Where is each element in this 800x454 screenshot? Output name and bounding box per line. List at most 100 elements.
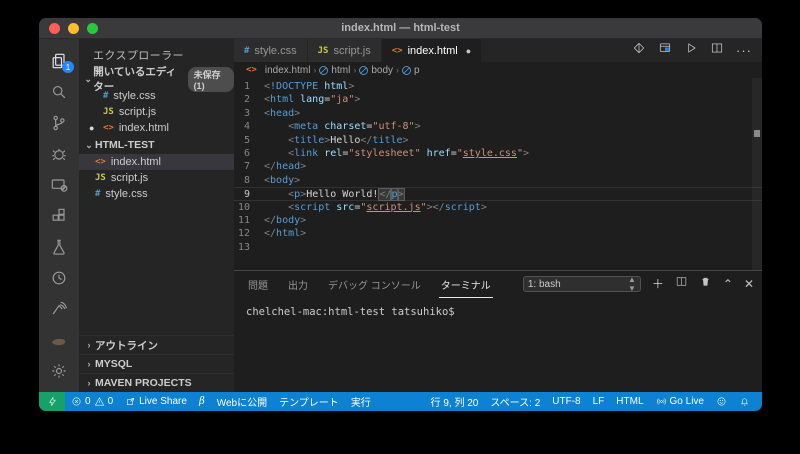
code-time-icon[interactable] [39,262,79,293]
indent-status[interactable]: スペース: 2 [484,392,546,411]
breadcrumb-item-index.html[interactable]: <>index.html [246,65,310,76]
zoom-window-button[interactable] [87,23,98,34]
tab-script.js[interactable]: JSscript.js [308,39,382,62]
test-beaker-icon[interactable] [39,231,79,262]
split-editor-icon[interactable] [710,41,724,60]
modified-dot-icon: ● [89,123,101,133]
sidebar-section-MAVEN PROJECTS[interactable]: ›MAVEN PROJECTS [79,373,234,392]
panel-tab-問題[interactable]: 問題 [246,271,270,298]
chevron-down-icon: ⌄ [83,74,93,85]
publish-web-button[interactable]: Webに公開 [211,392,273,411]
template-button[interactable]: テンプレート [273,392,345,411]
notifications-button[interactable] [733,392,756,411]
terminal-prompt: chelchel-mac:html-test tatsuhiko$ [246,306,455,318]
run-icon[interactable] [684,41,698,60]
line-number: 13 [234,241,264,254]
code-line: 7</head> [234,160,762,173]
go-live-button[interactable]: Go Live [650,392,710,411]
terminal-select[interactable]: 1: bash ▲▼ [523,276,641,292]
source-control-icon[interactable] [39,107,79,138]
open-editor-item-script.js[interactable]: JSscript.js [79,104,234,120]
cursor-position[interactable]: 行 9, 列 20 [425,392,485,411]
code-line: 5 <title>Hello</title> [234,134,762,147]
symbol-icon [402,66,411,75]
explorer-icon[interactable]: 1 [39,45,79,76]
window-title: index.html — html-test [39,22,762,34]
line-number: 3 [234,107,264,120]
code-line: 1<!DOCTYPE html> [234,80,762,93]
split-terminal-icon[interactable] [675,275,688,293]
panel-tab-ターミナル[interactable]: ターミナル [439,271,493,298]
code-editor[interactable]: 1<!DOCTYPE html>2<html lang="ja">3<head>… [234,78,762,270]
bottom-panel: 問題出力デバッグ コンソールターミナル 1: bash ▲▼ ＋ ⌃ ✕ [234,270,762,392]
chevron-down-icon: ⌄ [83,140,95,151]
extensions-icon[interactable] [39,200,79,231]
live-server-icon[interactable] [39,293,79,324]
tree-item-index.html[interactable]: <> index.html [79,154,234,170]
code-text: </html> [264,227,306,240]
tree-item-style.css[interactable]: #style.css [79,186,234,202]
tab-style.css[interactable]: #style.css [234,39,308,62]
minimize-window-button[interactable] [68,23,79,34]
line-number: 10 [234,201,264,214]
sidebar-section-アウトライン[interactable]: ›アウトライン [79,335,234,354]
html-file-icon: <> [95,157,106,167]
code-text: <html lang="ja"> [264,93,360,106]
tab-label: style.css [254,45,296,57]
lightning-icon [47,396,58,407]
open-editor-item-index.html[interactable]: ●<>index.html [79,120,234,136]
code-line: 9 <p>Hello World!</p> [234,187,762,200]
maximize-panel-icon[interactable]: ⌃ [723,278,733,290]
editor-scrollbar[interactable] [752,78,762,270]
more-actions-icon[interactable]: ··· [736,43,752,58]
live-share-button[interactable]: Live Share [119,392,193,411]
format-icon[interactable] [632,41,646,60]
file-tree: <> index.html JSscript.js#style.css [79,154,234,202]
sidebar-section-MYSQL[interactable]: ›MYSQL [79,354,234,373]
open-preview-icon[interactable] [658,41,672,60]
editor-actions: ··· [632,39,762,62]
go-live-label: Go Live [670,396,704,407]
file-label: index.html [111,156,161,168]
file-label: style.css [113,90,155,102]
azure-button[interactable]: β [193,392,211,411]
css-file-icon: # [103,91,108,101]
feedback-button[interactable] [710,392,733,411]
code-line: 3<head> [234,107,762,120]
open-editor-item-style.css[interactable]: # style.css [79,88,234,104]
remote-indicator[interactable] [39,392,65,411]
problems-status[interactable]: 0 0 [65,392,119,411]
panel-header: 問題出力デバッグ コンソールターミナル 1: bash ▲▼ ＋ ⌃ ✕ [234,271,762,297]
breadcrumb-label: html [331,65,350,76]
remote-display-icon[interactable] [39,169,79,200]
sidebar-bottom-sections: ›アウトライン›MYSQL›MAVEN PROJECTS [79,335,234,392]
language-status[interactable]: HTML [610,392,649,411]
kill-terminal-icon[interactable] [699,275,712,293]
tree-item-script.js[interactable]: JSscript.js [79,170,234,186]
panel-tab-出力[interactable]: 出力 [286,271,310,298]
panel-tab-デバッグ コンソール[interactable]: デバッグ コンソール [326,271,423,298]
tab-label: script.js [333,45,370,57]
run-button[interactable]: 実行 [345,392,377,411]
new-terminal-icon[interactable]: ＋ [652,278,664,290]
close-panel-icon[interactable]: ✕ [744,278,754,290]
title-bar: index.html — html-test [39,18,762,39]
encoding-status[interactable]: UTF-8 [546,392,586,411]
js-file-icon: JS [95,173,106,183]
breadcrumb-item-html[interactable]: html [319,65,350,76]
debug-icon[interactable] [39,138,79,169]
terminal-output[interactable]: chelchel-mac:html-test tatsuhiko$ [234,297,762,327]
breadcrumb-label: p [414,65,420,76]
tab-index.html[interactable]: <>index.html● [382,39,482,62]
close-window-button[interactable] [49,23,60,34]
eol-status[interactable]: LF [587,392,611,411]
workspace-root-section[interactable]: ⌄ HTML-TEST [79,136,234,154]
open-editors-section[interactable]: ⌄ 開いているエディター 未保存 (1) [79,70,234,88]
breadcrumb-item-body[interactable]: body [359,65,393,76]
breadcrumb-separator: › [396,65,399,75]
open-editors-list: # style.css JSscript.js●<>index.html [79,88,234,136]
search-icon[interactable] [39,76,79,107]
breadcrumb-item-p[interactable]: p [402,65,420,76]
docker-icon[interactable] [39,324,79,355]
settings-gear-icon[interactable] [39,355,79,386]
